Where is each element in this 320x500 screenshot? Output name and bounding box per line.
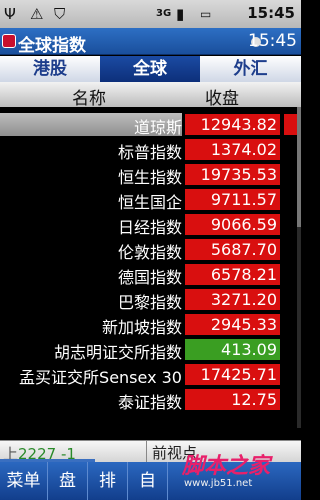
table-row[interactable]: 恒生指数 19735.53 (0, 163, 301, 187)
index-close: 9066.59 (185, 214, 280, 235)
index-name: 恒生指数 (117, 168, 182, 187)
title-bar: 全球指数 15:45 (0, 28, 301, 56)
signal-icon: ▮ (176, 5, 185, 23)
table-row[interactable]: 泰证指数 12.75 (0, 388, 301, 412)
scrollbar-thumb[interactable] (297, 107, 301, 227)
table-row[interactable]: 日经指数 9066.59 (0, 213, 301, 237)
tab-forex[interactable]: 外汇 (200, 56, 301, 82)
watermark: 脚本之家 www.jb51.net (178, 440, 301, 500)
page-title: 全球指数 (18, 36, 86, 56)
index-name: 标普指数 (117, 143, 182, 162)
table-row[interactable]: 新加坡指数 2945.33 (0, 313, 301, 337)
index-close: 2945.33 (185, 314, 280, 335)
watchlist-button[interactable]: 自 (128, 462, 168, 500)
watermark-url: www.jb51.net (184, 478, 253, 489)
usb-icon: Ψ (4, 5, 16, 23)
market-button[interactable]: 盘 (48, 462, 88, 500)
table-row[interactable]: 恒生国企 9711.57 (0, 188, 301, 212)
table-header: 名称 收盘 (0, 82, 301, 109)
header-name[interactable]: 名称 (72, 84, 106, 109)
table-row[interactable]: 道琼斯 12943.82 (0, 113, 301, 137)
index-close: 3271.20 (185, 289, 280, 310)
index-name: 新加坡指数 (101, 318, 182, 337)
shield-icon: ⛉ (54, 5, 66, 23)
tab-hk[interactable]: 港股 (0, 56, 100, 82)
index-name: 道琼斯 (133, 118, 182, 137)
app-logo-icon (2, 34, 16, 48)
table-row[interactable]: 巴黎指数 3271.20 (0, 288, 301, 312)
index-name: 泰证指数 (117, 393, 182, 412)
menu-button[interactable]: 菜单 (0, 462, 48, 500)
index-close: 12.75 (185, 389, 280, 410)
3g-icon: 3G (156, 8, 172, 19)
index-close: 9711.57 (185, 189, 280, 210)
index-close: 6578.21 (185, 264, 280, 285)
table-row[interactable]: 伦敦指数 5687.70 (0, 238, 301, 262)
index-close: 12943.82 (185, 114, 280, 135)
tab-global[interactable]: 全球 (100, 56, 200, 82)
status-time: 15:45 (247, 4, 295, 22)
watermark-text: 脚本之家 (182, 453, 271, 479)
header-close[interactable]: 收盘 (205, 84, 239, 109)
table-row[interactable]: 胡志明证交所指数 413.09 (0, 338, 301, 362)
index-close: 413.09 (185, 339, 280, 360)
table-row[interactable]: 孟买证交所Sensex 30 17425.71 (0, 363, 301, 387)
table-row[interactable]: 德国指数 6578.21 (0, 263, 301, 287)
index-name: 巴黎指数 (117, 293, 182, 312)
info-divider (146, 441, 147, 463)
index-name: 伦敦指数 (117, 243, 182, 262)
index-close: 17425.71 (185, 364, 280, 385)
title-time: 15:45 (248, 31, 297, 51)
table-row[interactable]: 标普指数 1374.02 (0, 138, 301, 162)
battery-icon: ▭ (200, 7, 212, 21)
index-close: 5687.70 (185, 239, 280, 260)
index-close: 19735.53 (185, 164, 280, 185)
index-name: 孟买证交所Sensex 30 (19, 368, 182, 387)
index-name: 德国指数 (117, 268, 182, 287)
index-name: 恒生国企 (117, 193, 182, 212)
warning-icon: ⚠ (30, 5, 44, 23)
index-name: 胡志明证交所指数 (53, 343, 182, 362)
market-tabs: 港股 全球 外汇 (0, 56, 301, 82)
status-bar: Ψ ⚠ ⛉ 3G ▮ ▭ 15:45 (0, 0, 301, 28)
index-close: 1374.02 (185, 139, 280, 160)
index-name: 日经指数 (117, 218, 182, 237)
rank-button[interactable]: 排 (88, 462, 128, 500)
